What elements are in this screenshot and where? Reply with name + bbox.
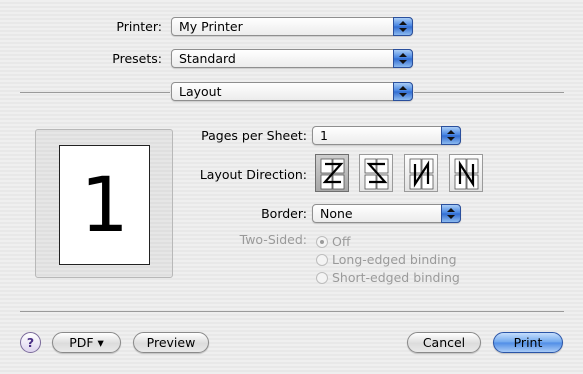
separator-right xyxy=(414,92,564,93)
reverse-z-order-icon xyxy=(364,158,389,190)
printer-label: Printer: xyxy=(116,19,162,34)
separator-left xyxy=(20,92,170,93)
preview-button[interactable]: Preview xyxy=(133,332,209,353)
short-edged-binding-label: Short-edged binding xyxy=(332,270,460,285)
presets-popup[interactable]: Standard xyxy=(171,49,413,68)
pages-per-sheet-label: Pages per Sheet: xyxy=(201,128,307,143)
preview-page: 1 xyxy=(59,145,150,265)
border-value: None xyxy=(320,206,353,221)
cancel-button[interactable]: Cancel xyxy=(407,332,481,353)
down-then-right-icon xyxy=(409,158,434,190)
panel-selector-value: Layout xyxy=(179,84,222,99)
two-sided-off-radio[interactable]: Off xyxy=(316,234,350,249)
direction-reverse-z-button[interactable] xyxy=(359,154,393,192)
printer-value: My Printer xyxy=(179,19,243,34)
direction-z-order-button[interactable] xyxy=(315,154,349,192)
print-button[interactable]: Print xyxy=(493,332,563,353)
printer-popup[interactable]: My Printer xyxy=(171,17,413,36)
popup-arrows-icon xyxy=(393,17,413,36)
radio-dot xyxy=(316,272,328,284)
short-edged-binding-radio[interactable]: Short-edged binding xyxy=(316,270,460,285)
pdf-menu-button[interactable]: PDF ▾ xyxy=(52,332,121,353)
layout-direction-label: Layout Direction: xyxy=(199,167,307,182)
pages-per-sheet-value: 1 xyxy=(320,128,328,143)
two-sided-off-label: Off xyxy=(332,234,351,249)
presets-value: Standard xyxy=(179,51,236,66)
z-order-icon xyxy=(320,158,345,190)
help-button[interactable]: ? xyxy=(20,332,41,353)
presets-label: Presets: xyxy=(112,51,162,66)
two-sided-label: Two-Sided: xyxy=(239,232,307,247)
pages-per-sheet-popup[interactable]: 1 xyxy=(312,126,461,145)
long-edged-binding-label: Long-edged binding xyxy=(332,252,457,267)
long-edged-binding-radio[interactable]: Long-edged binding xyxy=(316,252,457,267)
popup-arrows-icon xyxy=(393,49,413,68)
radio-dot xyxy=(316,236,328,248)
panel-selector-popup[interactable]: Layout xyxy=(171,82,413,101)
popup-arrows-icon xyxy=(441,126,461,145)
popup-arrows-icon xyxy=(441,204,461,223)
border-popup[interactable]: None xyxy=(312,204,461,223)
popup-arrows-icon xyxy=(393,82,413,101)
footer-separator xyxy=(20,311,564,312)
direction-down-right-button[interactable] xyxy=(404,154,438,192)
direction-down-left-button[interactable] xyxy=(449,154,483,192)
down-then-left-icon xyxy=(454,158,479,190)
radio-dot xyxy=(316,254,328,266)
border-label: Border: xyxy=(261,206,307,221)
